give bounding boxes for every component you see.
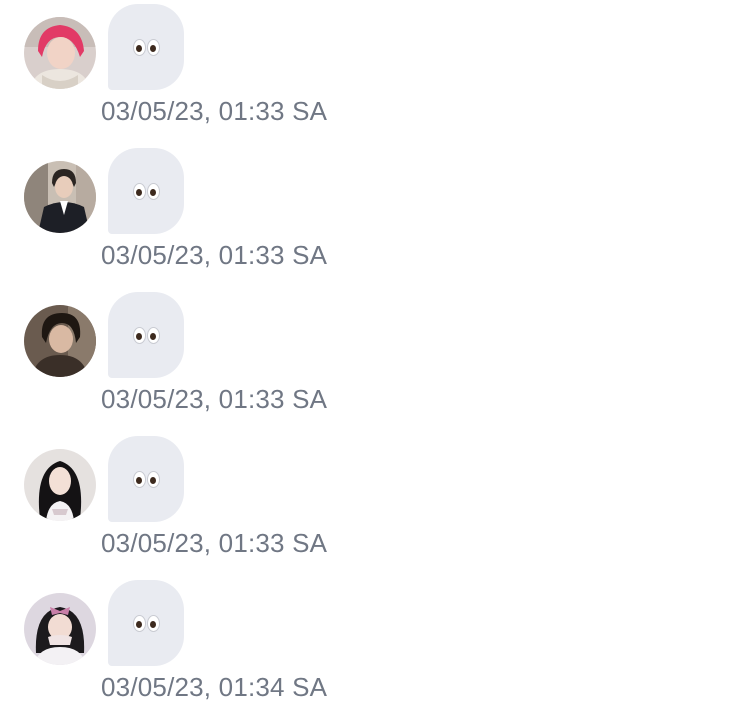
message-bubble[interactable]: [108, 580, 184, 666]
avatar[interactable]: [24, 161, 96, 233]
message-bubble[interactable]: [108, 4, 184, 90]
message-thread: 03/05/23, 01:33 SA 03/05/23, 01:33 SA 03…: [0, 0, 750, 717]
message-bubble[interactable]: [108, 436, 184, 522]
message-timestamp: 03/05/23, 01:33 SA: [101, 240, 328, 270]
avatar[interactable]: [24, 593, 96, 665]
avatar-person-in-suit-image: [24, 161, 96, 233]
message-timestamp: 03/05/23, 01:33 SA: [101, 384, 328, 414]
message-bubble[interactable]: [108, 148, 184, 234]
avatar-person-with-bow-image: [24, 593, 96, 665]
message-row: 03/05/23, 01:33 SA: [0, 432, 750, 576]
avatar-long-hair-person-image: [24, 449, 96, 521]
eyes-emoji-icon: [132, 38, 160, 56]
message-timestamp: 03/05/23, 01:34 SA: [101, 672, 328, 702]
avatar[interactable]: [24, 305, 96, 377]
message-row: 03/05/23, 01:33 SA: [0, 288, 750, 432]
eyes-emoji-icon: [132, 326, 160, 344]
message-timestamp: 03/05/23, 01:33 SA: [101, 96, 328, 126]
eyes-emoji-icon: [132, 614, 160, 632]
message-row: 03/05/23, 01:34 SA: [0, 576, 750, 720]
eyes-emoji-icon: [132, 182, 160, 200]
avatar-dark-hair-person-image: [24, 305, 96, 377]
message-row: 03/05/23, 01:33 SA: [0, 144, 750, 288]
avatar[interactable]: [24, 17, 96, 89]
message-timestamp: 03/05/23, 01:33 SA: [101, 528, 328, 558]
avatar[interactable]: [24, 449, 96, 521]
avatar-pink-hair-person-image: [24, 17, 96, 89]
eyes-emoji-icon: [132, 470, 160, 488]
message-bubble[interactable]: [108, 292, 184, 378]
message-row: 03/05/23, 01:33 SA: [0, 0, 750, 144]
